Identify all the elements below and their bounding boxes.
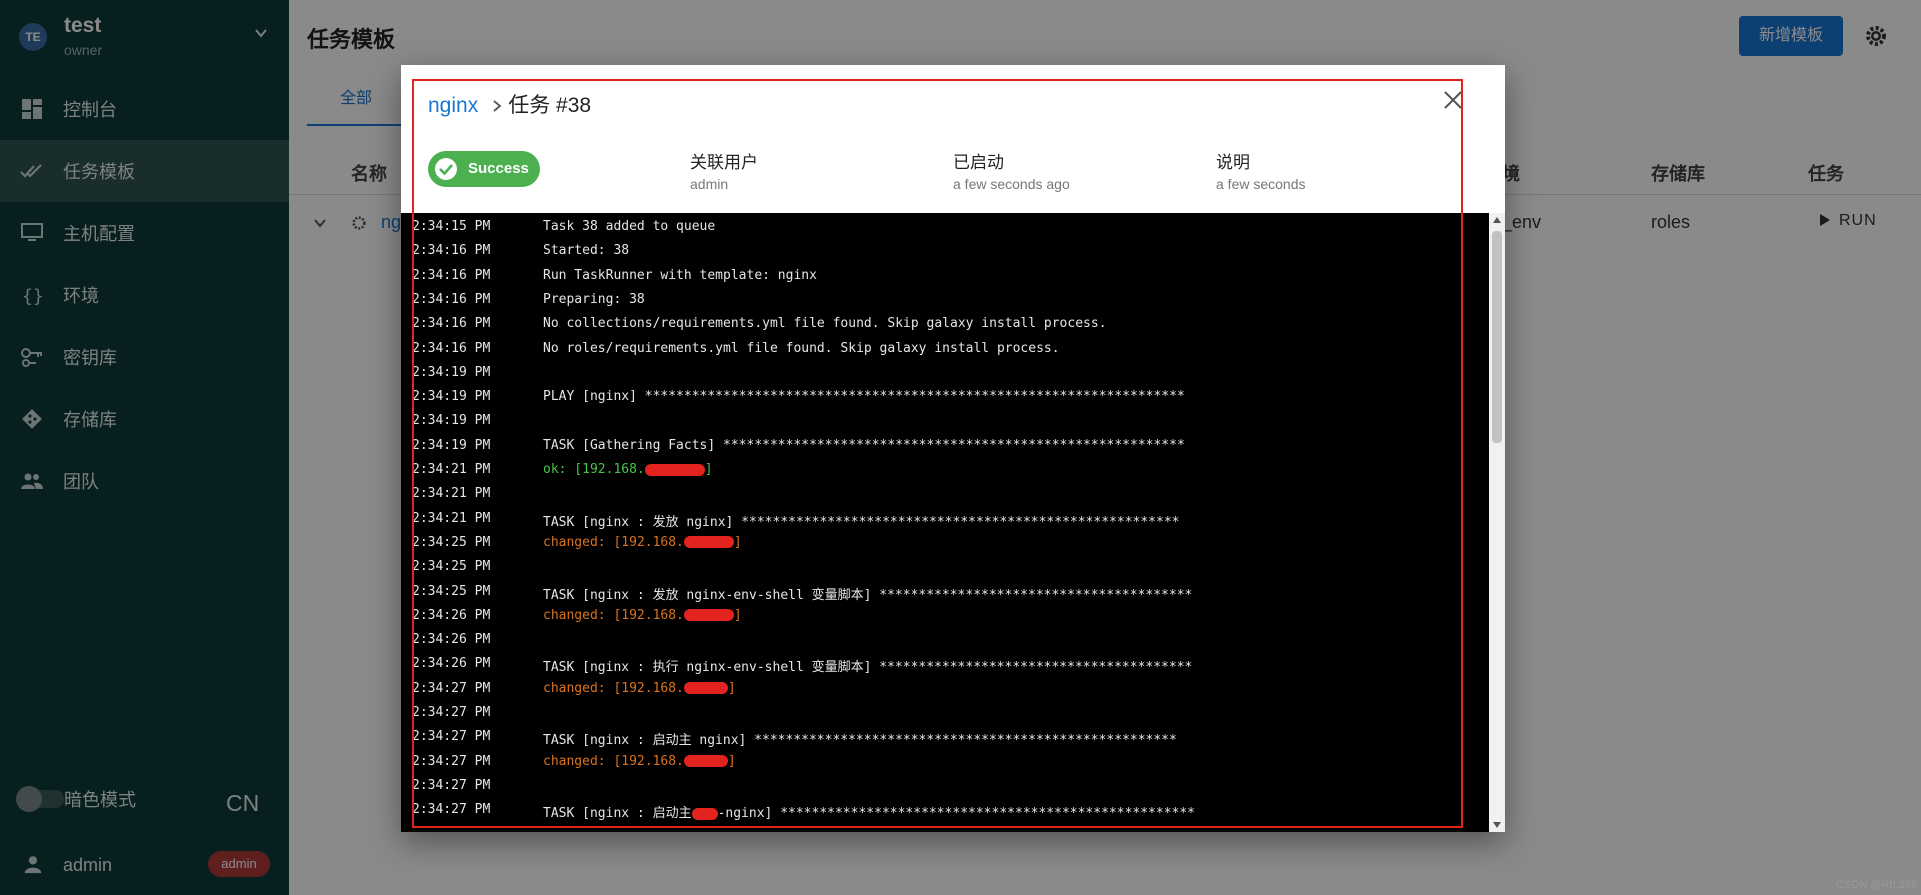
log-message: TASK [nginx : 发放 nginx-env-shell 变量脚本] *… xyxy=(543,584,1192,603)
log-message: Run TaskRunner with template: nginx xyxy=(543,268,817,283)
log-message: changed: [192.168.] xyxy=(543,535,742,550)
chevron-right-icon xyxy=(493,100,502,113)
log-message-text: PLAY [nginx] ***************************… xyxy=(543,389,1185,405)
task-dialog: nginx 任务 #38 Success 关联用户 admin 已启动 a few… xyxy=(401,65,1505,832)
log-message-tail: ] xyxy=(733,534,742,550)
meta-value: admin xyxy=(690,176,729,192)
log-time: 2:34:19 PM xyxy=(412,437,491,453)
log-time: 2:34:27 PM xyxy=(412,729,491,745)
log-message: changed: [192.168.] xyxy=(543,608,742,623)
meta-key: 已启动 xyxy=(953,153,1004,172)
log-message: Started: 38 xyxy=(543,243,629,258)
log-message-text: TASK [Gathering Facts] *****************… xyxy=(543,437,1185,453)
log-time: 2:34:27 PM xyxy=(412,802,491,818)
log-time: 2:34:27 PM xyxy=(412,680,491,696)
log-time: 2:34:16 PM xyxy=(412,340,491,356)
redaction-mark xyxy=(644,463,705,476)
task-title: 任务 #38 xyxy=(508,94,592,117)
project-link[interactable]: nginx xyxy=(428,94,478,117)
dialog-title: nginx 任务 #38 xyxy=(428,89,591,119)
log-time: 2:34:27 PM xyxy=(412,777,491,793)
log-time: 2:34:21 PM xyxy=(412,510,491,526)
log-message: changed: [192.168.] xyxy=(543,754,736,769)
log-time: 2:34:16 PM xyxy=(412,316,491,332)
log-message-tail: ] xyxy=(727,680,736,696)
log-time: 2:34:21 PM xyxy=(412,462,491,477)
log-time: 2:34:27 PM xyxy=(412,753,491,769)
log-message: changed: [192.168.] xyxy=(543,681,736,696)
log-message-text: ok: [192.168. xyxy=(543,462,645,477)
redaction-mark xyxy=(683,536,734,549)
meta-user: 关联用户 admin xyxy=(690,148,758,192)
meta-started: 已启动 a few seconds ago xyxy=(953,148,1070,192)
log-time: 2:34:26 PM xyxy=(412,607,491,623)
log-message: TASK [nginx : 启动主 nginx] ***************… xyxy=(543,729,1177,748)
log-time: 2:34:26 PM xyxy=(412,632,491,648)
log-message-text: TASK [nginx : 执行 nginx-env-shell 变量脚本] *… xyxy=(543,660,1193,676)
console-scrollbar[interactable] xyxy=(1489,213,1505,832)
log-time: 2:34:15 PM xyxy=(412,219,491,234)
status-badge: Success xyxy=(428,151,540,187)
log-time: 2:34:21 PM xyxy=(412,486,491,502)
log-message-text: TASK [nginx : 发放 nginx-env-shell 变量脚本] *… xyxy=(543,587,1193,603)
meta-key: 关联用户 xyxy=(690,153,758,172)
log-time: 2:34:19 PM xyxy=(412,389,491,405)
meta-value: a few seconds xyxy=(1216,176,1306,192)
log-message-tail: ] xyxy=(733,607,742,623)
log-message-text: changed: [192.168. xyxy=(543,607,684,623)
log-time: 2:34:26 PM xyxy=(412,656,491,672)
log-message-tail: -nginx] ********************************… xyxy=(717,806,1196,822)
log-message-text: changed: [192.168. xyxy=(543,680,684,696)
meta-description: 说明 a few seconds xyxy=(1216,148,1306,192)
redaction-mark xyxy=(683,755,728,768)
log-message-text: Started: 38 xyxy=(543,243,630,259)
watermark: CSDN @Rh.355 xyxy=(1836,879,1917,891)
log-message: No roles/requirements.yml file found. Sk… xyxy=(543,341,1060,356)
status-text: Success xyxy=(468,160,529,177)
log-message: No collections/requirements.yml file fou… xyxy=(543,316,1107,331)
log-message: TASK [Gathering Facts] *****************… xyxy=(543,438,1185,453)
log-time: 2:34:16 PM xyxy=(412,243,491,259)
log-message-text: No collections/requirements.yml file fou… xyxy=(543,316,1107,332)
log-message-text: changed: [192.168. xyxy=(543,753,684,769)
log-message: Task 38 added to queue xyxy=(543,219,715,234)
log-time: 2:34:16 PM xyxy=(412,267,491,283)
log-message: TASK [nginx : 发放 nginx] ****************… xyxy=(543,511,1179,530)
log-time: 2:34:27 PM xyxy=(412,705,491,720)
log-message-text: No roles/requirements.yml file found. Sk… xyxy=(543,340,1060,356)
log-message-text: TASK [nginx : 发放 nginx] ****************… xyxy=(543,514,1180,530)
log-time: 2:34:19 PM xyxy=(412,413,491,429)
redaction-mark xyxy=(683,682,728,695)
log-message-text: TASK [nginx : 启动主 xyxy=(543,806,692,822)
meta-value: a few seconds ago xyxy=(953,176,1070,192)
close-icon[interactable] xyxy=(1442,89,1464,111)
log-message: Preparing: 38 xyxy=(543,292,645,307)
log-message-text: Preparing: 38 xyxy=(543,291,645,307)
log-time: 2:34:16 PM xyxy=(412,291,491,307)
log-message: TASK [nginx : 执行 nginx-env-shell 变量脚本] *… xyxy=(543,656,1192,675)
log-message: PLAY [nginx] ***************************… xyxy=(543,389,1185,404)
log-message: ok: [192.168.] xyxy=(543,462,713,477)
log-time: 2:34:25 PM xyxy=(412,534,491,550)
log-message-text: TASK [nginx : 启动主 nginx] ***************… xyxy=(543,733,1177,749)
log-time: 2:34:25 PM xyxy=(412,583,491,599)
scroll-thumb[interactable] xyxy=(1492,231,1502,443)
log-message-tail: ] xyxy=(727,753,736,769)
log-time: 2:34:19 PM xyxy=(412,364,491,380)
task-output-console[interactable]: 2:34:15 PM Task 38 added to queue 2:34:16 … xyxy=(401,213,1489,832)
log-message: TASK [nginx : 启动主 -nginx] ***************… xyxy=(543,802,1195,821)
redaction-mark xyxy=(691,807,718,820)
log-message-text: changed: [192.168. xyxy=(543,534,684,550)
scroll-up-arrow[interactable] xyxy=(1493,217,1501,223)
meta-key: 说明 xyxy=(1216,153,1250,172)
redaction-mark xyxy=(683,609,734,622)
check-circle-icon xyxy=(435,158,457,180)
log-message-text: Task 38 added to queue xyxy=(543,219,716,234)
log-time: 2:34:25 PM xyxy=(412,559,491,575)
log-message-tail: ] xyxy=(704,462,713,477)
scroll-down-arrow[interactable] xyxy=(1493,822,1501,828)
log-message-text: Run TaskRunner with template: nginx xyxy=(543,267,817,283)
